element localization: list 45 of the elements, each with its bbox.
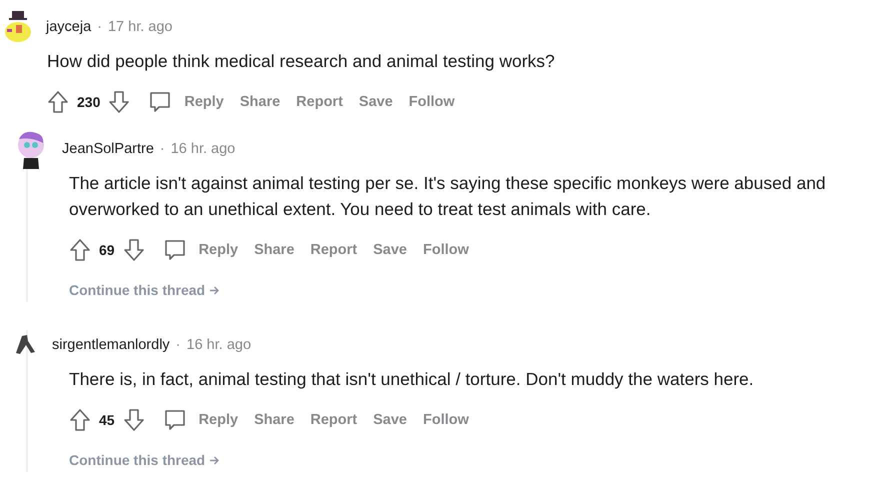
arrow-icon [209,284,220,296]
vote-count: 69 [99,242,115,258]
timestamp: 16 hr. ago [186,337,252,353]
username[interactable]: sirgentlemanlordly [52,337,170,353]
comment-text: There is, in fact, animal testing that isn't unethical / torture. Don't muddy the waters here. [69,368,755,391]
action-link[interactable]: Share [236,94,284,110]
upvote-button[interactable] [47,90,69,114]
dot-separator: · [160,141,165,157]
comment-text: The article isn't against animal testing per se. It's saying these specific monkeys were abused and overworked to an unethical extent. You need to treat test animals with care. [69,172,827,221]
action-link[interactable]: Save [354,94,397,110]
upvote-button[interactable] [69,238,91,262]
action-link[interactable]: Report [292,94,347,110]
action-link[interactable]: Reply [194,412,242,428]
action-link[interactable]: Share [250,412,298,428]
username[interactable]: JeanSolPartre [62,141,154,157]
comment-icon[interactable] [162,238,187,262]
continue-thread-link[interactable]: Continue this thread [69,452,220,468]
dot-separator: · [97,19,102,35]
username[interactable]: jayceja [46,19,92,35]
avatar-icon [14,333,38,357]
upvote-button[interactable] [69,408,91,432]
action-link[interactable]: Reply [180,94,228,110]
action-link[interactable]: Follow [404,94,459,110]
downvote-button[interactable] [122,238,145,262]
downvote-button[interactable] [122,408,145,432]
action-link[interactable]: Reply [194,242,242,258]
action-link[interactable]: Share [250,242,298,258]
action-link[interactable]: Follow [419,412,473,428]
comment-text: How did people think medical research and animal testing works? [47,50,556,73]
downvote-button[interactable] [108,90,130,114]
comment-icon[interactable] [148,90,172,114]
dot-separator: · [176,337,181,353]
action-link[interactable]: Save [369,412,411,428]
action-link[interactable]: Report [306,412,362,428]
action-link[interactable]: Follow [419,242,473,258]
continue-thread-link[interactable]: Continue this thread [69,282,220,298]
comment-icon[interactable] [162,408,187,432]
avatar-icon [4,11,32,43]
action-link[interactable]: Save [369,242,411,258]
action-link[interactable]: Report [306,242,362,258]
arrow-icon [209,454,220,466]
vote-count: 230 [77,94,100,110]
vote-count: 45 [99,412,115,428]
timestamp: 16 hr. ago [170,141,236,157]
timestamp: 17 hr. ago [108,19,172,35]
